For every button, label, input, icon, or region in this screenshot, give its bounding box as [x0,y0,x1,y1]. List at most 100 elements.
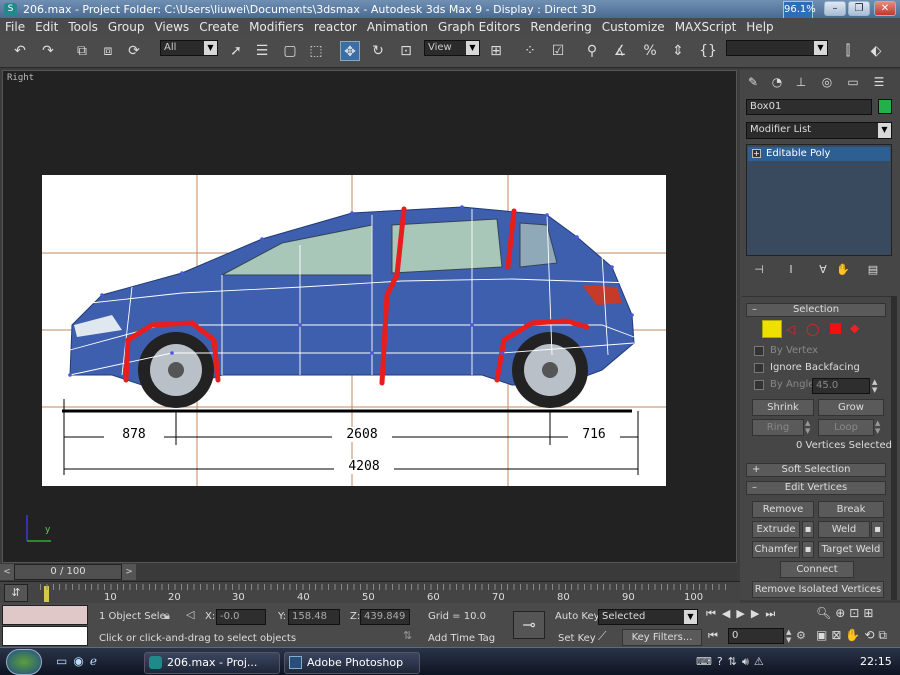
by-angle-checkbox[interactable] [754,380,764,390]
redo-icon[interactable]: ↷ [38,41,58,61]
zoom-extents-all-icon[interactable]: ⊞ [863,606,877,620]
menu-modifiers[interactable]: Modifiers [244,20,309,34]
time-slider[interactable]: < 0 / 100 > [0,563,737,581]
reference-coord-dropdown[interactable]: View ▼ [424,40,480,56]
show-desktop-icon[interactable]: ▭ [56,654,73,668]
current-frame-field[interactable]: 0 [728,628,784,644]
undo-icon[interactable]: ↶ [10,41,30,61]
mirror-icon[interactable]: ⫿ [838,41,858,61]
named-selection-dropdown[interactable]: ▼ [726,40,828,56]
minimize-button[interactable]: – [824,1,846,16]
time-configuration-icon[interactable]: ⚙ [796,629,806,642]
zoom-icon[interactable]: 🔍︎ [816,606,835,620]
viewport-right[interactable]: Right 878 2608 716 4208 y [2,70,737,563]
menu-create[interactable]: Create [194,20,244,34]
modify-tab-icon[interactable]: ◔ [768,72,786,90]
motion-tab-icon[interactable]: ◎ [818,72,836,90]
display-tab-icon[interactable]: ▭ [844,72,862,90]
hierarchy-tab-icon[interactable]: ⊥ [792,72,810,90]
close-button[interactable]: ✕ [874,1,896,16]
angle-spinner-icon[interactable]: ▲ ▼ [872,378,880,394]
show-end-result-icon[interactable]: Ⅰ [782,260,800,278]
key-mode-toggle-icon[interactable]: ⏮ [708,629,718,643]
edge-mode-icon[interactable]: ◁ [786,322,795,336]
modifier-list-dropdown[interactable]: Modifier List ▼ [746,122,892,139]
time-next-icon[interactable]: > [122,564,136,580]
go-to-start-icon[interactable]: ⏮ [706,607,722,620]
configure-modifier-sets-icon[interactable]: ▤ [864,260,882,278]
select-manipulate-icon[interactable]: ⁘ [520,41,540,61]
taskbar-3dsmax[interactable]: 206.max - Proj... [144,652,280,674]
shrink-button[interactable]: Shrink [752,399,814,416]
rotate-icon[interactable]: ↻ [368,41,388,61]
menu-help[interactable]: Help [741,20,778,34]
play-icon[interactable]: ▶ [736,607,750,620]
ring-button[interactable]: Ring [752,419,804,436]
menu-views[interactable]: Views [149,20,194,34]
loop-spinner-icon[interactable]: ▲ ▼ [875,419,883,435]
auto-key-button[interactable]: Auto Key [555,611,600,622]
remove-button[interactable]: Remove [752,501,814,518]
security-icon[interactable]: ⚠ [754,655,769,668]
absolute-mode-icon[interactable]: ◁ [186,608,194,621]
zoom-extents-icon[interactable]: ⊡ [849,606,863,620]
z-coordinate-field[interactable]: 439.849 [360,609,410,625]
frame-spinner-icon[interactable]: ▲ ▼ [786,628,794,644]
remove-isolated-vertices-button[interactable]: Remove Isolated Vertices [752,581,884,598]
key-filters-button[interactable]: Key Filters... [622,629,702,646]
maxscript-listener-white[interactable] [2,626,88,646]
pivot-center-icon[interactable]: ⊞ [486,41,506,61]
menu-graph-editors[interactable]: Graph Editors [433,20,525,34]
menu-rendering[interactable]: Rendering [525,20,596,34]
target-weld-button[interactable]: Target Weld [818,541,884,558]
network-icon[interactable]: ⇅ [728,655,742,668]
menu-group[interactable]: Group [103,20,150,34]
rectangular-selection-icon[interactable]: ▢ [280,41,300,61]
start-button[interactable] [6,649,42,675]
field-of-view-icon[interactable]: ▣ [816,628,831,642]
weld-button[interactable]: Weld [818,521,870,538]
next-frame-icon[interactable]: ▶ [751,607,765,620]
select-object-icon[interactable]: ➚ [226,41,246,61]
percent-snap-icon[interactable]: % [640,41,660,61]
chamfer-button[interactable]: Chamfer [752,541,800,558]
mini-curve-editor-icon[interactable]: ⇵ [4,584,28,602]
window-crossing-icon[interactable]: ⬚ [306,41,326,61]
maximize-button[interactable]: ❐ [848,1,870,16]
utilities-tab-icon[interactable]: ☰ [870,72,888,90]
weld-settings-icon[interactable]: ▪ [871,521,884,538]
angle-value-field[interactable]: 45.0 [812,378,870,394]
loop-button[interactable]: Loop [818,419,874,436]
lock-selection-icon[interactable]: 🔒︎ [164,609,170,623]
menu-edit[interactable]: Edit [30,20,63,34]
menu-customize[interactable]: Customize [597,20,670,34]
set-key-icon[interactable]: ⊸ [513,611,545,639]
media-player-icon[interactable]: ◉ [73,654,89,668]
keyboard-icon[interactable]: ⌨ [696,655,717,668]
by-vertex-checkbox[interactable] [754,346,764,356]
align-icon[interactable]: ⬖ [866,41,886,61]
key-mode-dropdown[interactable]: Selected ▼ [598,609,698,625]
vertex-mode-icon[interactable] [762,320,782,338]
stack-item-editable-poly[interactable]: + Editable Poly [748,147,890,161]
remove-modifier-icon[interactable]: ✋ [834,260,852,278]
modifier-stack[interactable]: + Editable Poly [746,144,892,256]
help-icon[interactable]: ? [717,655,728,668]
connect-button[interactable]: Connect [780,561,854,578]
link-icon[interactable]: ⧉ [72,41,92,61]
grow-button[interactable]: Grow [818,399,884,416]
keyboard-shortcut-icon[interactable]: ☑ [548,41,568,61]
taskbar-photoshop[interactable]: Adobe Photoshop [284,652,420,674]
make-unique-icon[interactable]: ∀ [814,260,832,278]
pan-icon[interactable]: ✋ [845,628,864,642]
time-slider-thumb[interactable]: 0 / 100 [14,564,122,580]
spinner-snap-icon[interactable]: ⇕ [668,41,688,61]
add-time-tag[interactable]: Add Time Tag [428,633,495,644]
ie-icon[interactable]: ℯ [90,654,103,668]
unlink-icon[interactable]: ⧈ [98,41,118,61]
object-color-swatch[interactable] [878,99,892,114]
ignore-backfacing-checkbox[interactable] [754,363,764,373]
bind-spacewarp-icon[interactable]: ⟳ [124,41,144,61]
selection-rollout-header[interactable]: – Selection [746,303,886,317]
go-to-end-icon[interactable]: ⏭ [765,607,781,620]
